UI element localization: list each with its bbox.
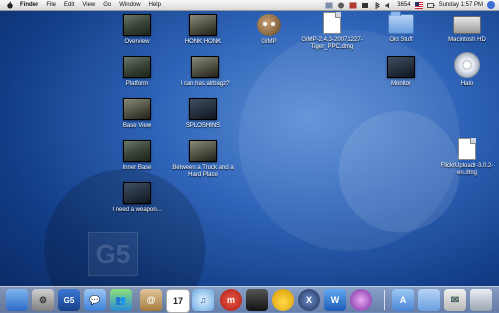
desktop-icon-overview[interactable]: Overview xyxy=(108,14,166,46)
flag-icon[interactable] xyxy=(414,1,423,9)
desktop-icon-label: Monitor xyxy=(390,81,411,87)
apple-menu-icon[interactable] xyxy=(6,1,14,9)
image-thumbnail-icon xyxy=(123,98,151,120)
image-thumbnail-icon xyxy=(123,14,151,36)
battery-icon[interactable] xyxy=(426,2,435,9)
desktop-icon-label: Overview xyxy=(124,39,150,45)
desktop-icon-macintosh-hd[interactable]: Macintosh HD xyxy=(438,12,496,44)
desktop-icon-label: Inner Base xyxy=(122,165,152,171)
desktop-icon-base-view[interactable]: Base View xyxy=(108,98,166,130)
desktop-icon-i-can-has-airbagz[interactable]: I can has airbagz? xyxy=(174,56,236,88)
system-preferences-dock-icon[interactable]: ⚙ xyxy=(32,289,54,311)
image-thumbnail-icon xyxy=(387,56,415,78)
word-dock-icon[interactable]: W xyxy=(324,289,346,311)
dock-separator xyxy=(384,290,385,310)
desktop-icon-label: GIMP xyxy=(261,39,277,45)
miro-dock-icon[interactable]: m xyxy=(220,289,242,311)
desktop-icon-label: Macintosh HD xyxy=(448,37,486,43)
desktop-icon-honk-honk[interactable]: HONK HONK xyxy=(174,14,232,46)
menu-file[interactable]: File xyxy=(46,2,56,8)
status-icon-3[interactable] xyxy=(349,2,357,9)
status-icon-2[interactable] xyxy=(337,2,345,9)
menu-edit[interactable]: Edit xyxy=(64,2,74,8)
trash-dock-icon[interactable] xyxy=(470,289,492,311)
volume-icon[interactable] xyxy=(385,2,393,9)
menu-finder[interactable]: Finder xyxy=(20,2,38,8)
msn-messenger-dock-icon[interactable]: 👥 xyxy=(110,289,132,311)
menu-go[interactable]: Go xyxy=(103,2,111,8)
finder-dock-icon[interactable] xyxy=(6,289,28,311)
desktop-icon-inner-base[interactable]: Inner Base xyxy=(108,140,166,172)
ichat-dock-icon[interactable]: 💬 xyxy=(84,289,106,311)
image-thumbnail-icon xyxy=(191,56,219,78)
hard-drive-icon xyxy=(453,16,481,34)
desktop-icon-label: Halo xyxy=(460,81,474,87)
cd-disc-icon xyxy=(454,52,480,78)
desktop-icon-gimp[interactable]: GIMP xyxy=(240,14,298,46)
image-thumbnail-icon xyxy=(123,140,151,162)
desktop-icon-label: I need a weapon... xyxy=(112,207,162,213)
desktop-icon-label: Base View xyxy=(122,123,152,129)
status-icon-1[interactable] xyxy=(325,2,333,9)
bluetooth-icon[interactable] xyxy=(373,1,381,9)
desktop-icon-label: SPLOSHINS xyxy=(185,123,221,129)
desktop-icon-label: Old Stuff xyxy=(389,37,413,43)
menu-help[interactable]: Help xyxy=(149,2,161,8)
image-thumbnail-icon xyxy=(123,182,151,204)
ical-dock-icon[interactable]: 17 xyxy=(166,289,190,313)
applications-folder-dock-icon[interactable]: A xyxy=(392,289,414,311)
itunes-alt-dock-icon[interactable] xyxy=(350,289,372,311)
desktop-icon-gimp-dmg[interactable]: GIMP-2.4.3-20071227-Tiger_PPC.dmg xyxy=(300,12,364,51)
desktop-icon-label: Platform xyxy=(125,81,149,87)
disk-image-document-icon xyxy=(323,12,341,34)
status-number[interactable]: 3654 xyxy=(397,2,410,8)
desktop-icon-label: I can has airbagz? xyxy=(180,81,230,87)
desktop-icon-platform[interactable]: Platform xyxy=(108,56,166,88)
menu-window[interactable]: Window xyxy=(119,2,140,8)
image-thumbnail-icon xyxy=(189,98,217,120)
menubar-status-area: 3654 Sunday 1:57 PM xyxy=(325,0,495,10)
desktop-icon-sploshins[interactable]: SPLOSHINS xyxy=(174,98,232,130)
menu-view[interactable]: View xyxy=(82,2,95,8)
image-thumbnail-icon xyxy=(189,140,217,162)
desktop-icon-label: FlickrUploadr-3.0.2-en.dmg xyxy=(440,163,494,176)
wallpaper xyxy=(0,0,499,312)
desktop-icon-between-a-truck[interactable]: Between a Truck and a Hard Place xyxy=(168,140,238,179)
folder-icon xyxy=(388,11,414,34)
desktop-icon-flickruploadr-dmg[interactable]: FlickrUploadr-3.0.2-en.dmg xyxy=(436,138,498,177)
menubar-clock[interactable]: Sunday 1:57 PM xyxy=(439,2,483,8)
desktop-icon-i-need-a-weapon[interactable]: I need a weapon... xyxy=(104,182,170,214)
mail-dock-icon[interactable]: ✉ xyxy=(444,289,466,311)
desktop-icon-label: HONK HONK xyxy=(184,39,222,45)
wallpaper-g5-mark: G5 xyxy=(88,232,138,276)
documents-folder-dock-icon[interactable] xyxy=(418,289,440,311)
desktop-icon-label: Between a Truck and a Hard Place xyxy=(172,165,234,178)
image-thumbnail-icon xyxy=(123,56,151,78)
desktop-icon-label: GIMP-2.4.3-20071227-Tiger_PPC.dmg xyxy=(301,37,363,50)
desktop-icon-halo[interactable]: Halo xyxy=(438,52,496,88)
cyberduck-dock-icon[interactable] xyxy=(272,289,294,311)
desktop-icon-monitor[interactable]: Monitor xyxy=(372,56,430,88)
status-icon-4[interactable] xyxy=(361,2,369,9)
xcode-dock-icon[interactable]: X xyxy=(298,289,320,311)
dock: ⚙ G5 💬 👥 @ 17 ♫ m X W A ✉ xyxy=(0,286,499,313)
desktop-icon-old-stuff[interactable]: Old Stuff xyxy=(372,11,430,44)
image-thumbnail-icon xyxy=(189,14,217,36)
photo-booth-dock-icon[interactable] xyxy=(246,289,268,311)
gimp-app-icon xyxy=(257,14,281,36)
disk-image-document-icon xyxy=(458,138,476,160)
g5-dock-icon[interactable]: G5 xyxy=(58,289,80,311)
itunes-dock-icon[interactable]: ♫ xyxy=(192,289,214,311)
spotlight-icon[interactable] xyxy=(487,1,495,9)
menubar: Finder File Edit View Go Window Help 365… xyxy=(0,0,499,11)
address-book-dock-icon[interactable]: @ xyxy=(140,289,162,311)
